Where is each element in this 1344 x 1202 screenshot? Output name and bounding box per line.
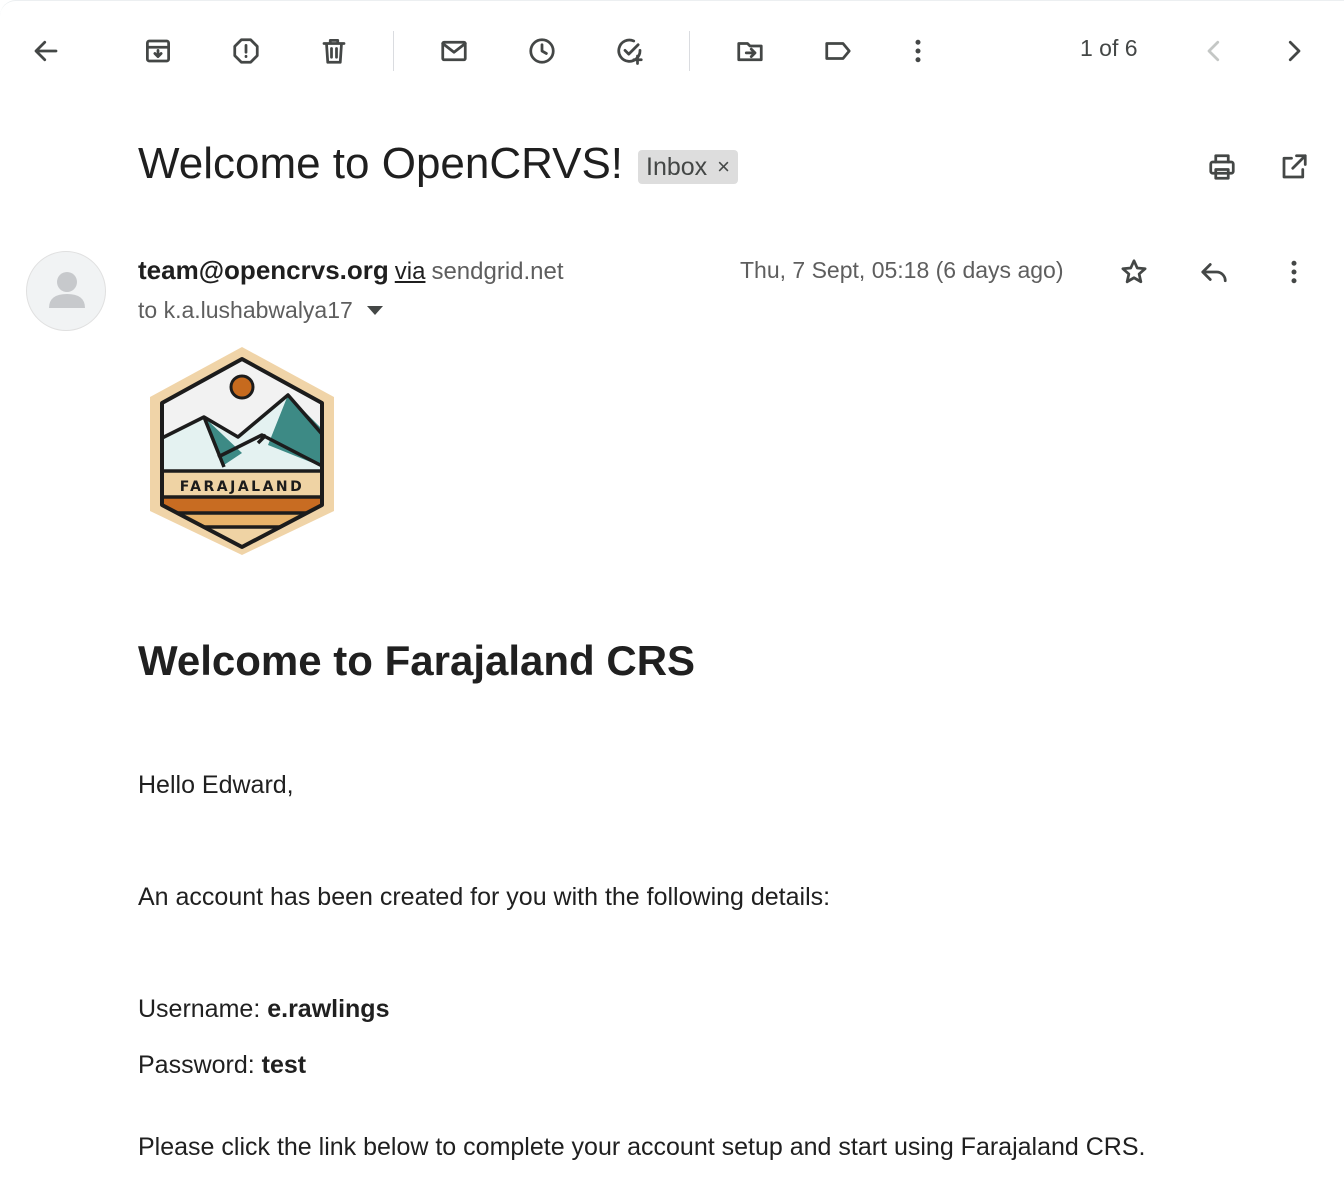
sender-via-link[interactable]: via bbox=[395, 258, 426, 285]
mark-unread-button[interactable] bbox=[430, 27, 478, 75]
move-to-folder-icon bbox=[737, 42, 763, 62]
show-details-icon[interactable] bbox=[366, 306, 383, 315]
print-icon bbox=[1209, 154, 1235, 180]
star-icon bbox=[1121, 259, 1147, 284]
older-button[interactable] bbox=[1270, 27, 1318, 75]
labels-button[interactable] bbox=[814, 27, 862, 75]
username-label: Username: bbox=[138, 995, 261, 1023]
password-label: Password: bbox=[138, 1051, 255, 1079]
chevron-right-icon bbox=[1288, 40, 1301, 62]
snooze-button[interactable] bbox=[518, 27, 566, 75]
arrow-left-icon bbox=[34, 40, 58, 62]
report-spam-icon bbox=[233, 38, 259, 64]
sender-domain: sendgrid.net bbox=[431, 258, 564, 285]
move-to-button[interactable] bbox=[726, 27, 774, 75]
logo-sun bbox=[229, 374, 255, 400]
delete-button[interactable] bbox=[310, 27, 358, 75]
toolbar-divider bbox=[393, 31, 394, 71]
add-task-icon bbox=[617, 38, 643, 65]
recipient-line: to k.a.lushabwalya17 bbox=[138, 297, 383, 324]
star-button[interactable] bbox=[1110, 248, 1158, 296]
newer-button[interactable] bbox=[1190, 27, 1238, 75]
person-icon bbox=[49, 272, 85, 308]
sender-line: team@opencrvs.org via sendgrid.net bbox=[138, 255, 564, 286]
report-spam-button[interactable] bbox=[222, 27, 270, 75]
email-body-heading: Welcome to Farajaland CRS bbox=[138, 637, 696, 684]
pager-count: 1 of 6 bbox=[1080, 35, 1138, 61]
label-chip-text: Inbox bbox=[646, 152, 708, 181]
add-to-tasks-button[interactable] bbox=[606, 27, 654, 75]
farajaland-logo: FARAJALAND bbox=[150, 347, 334, 555]
mail-icon bbox=[441, 40, 467, 62]
toolbar-divider bbox=[689, 31, 690, 71]
email-view: 1 of 6 Welcome to OpenCRVS! Inbox × team… bbox=[0, 0, 1344, 1202]
more-vert-icon bbox=[915, 39, 921, 63]
password-line: Password: test bbox=[138, 1051, 306, 1080]
logo-text: FARAJALAND bbox=[180, 479, 305, 495]
more-options-button[interactable] bbox=[894, 27, 942, 75]
print-all-button[interactable] bbox=[1198, 143, 1246, 191]
back-button[interactable] bbox=[22, 27, 70, 75]
greeting-text: Hello Edward, bbox=[138, 771, 294, 799]
label-icon bbox=[825, 42, 851, 60]
clock-icon bbox=[529, 38, 555, 64]
username-line: Username: e.rawlings bbox=[138, 995, 389, 1024]
archive-button[interactable] bbox=[134, 27, 182, 75]
inbox-label-chip[interactable]: Inbox × bbox=[638, 150, 739, 184]
chevron-left-icon bbox=[1207, 40, 1220, 62]
reply-button[interactable] bbox=[1190, 248, 1238, 296]
sender-email[interactable]: team@opencrvs.org bbox=[138, 255, 389, 285]
intro-text: An account has been created for you with… bbox=[138, 883, 831, 911]
sender-avatar bbox=[26, 251, 106, 331]
archive-icon bbox=[146, 39, 170, 63]
open-new-window-button[interactable] bbox=[1270, 143, 1318, 191]
email-subject: Welcome to OpenCRVS! bbox=[138, 139, 624, 188]
password-value: test bbox=[261, 1051, 307, 1079]
message-more-button[interactable] bbox=[1270, 248, 1318, 296]
trash-icon bbox=[322, 39, 346, 64]
recipient-text: to k.a.lushabwalya17 bbox=[138, 297, 353, 323]
reply-icon bbox=[1201, 263, 1227, 283]
remove-label-button[interactable]: × bbox=[717, 154, 730, 180]
cta-text: Please click the link below to complete … bbox=[138, 1133, 1146, 1161]
username-value: e.rawlings bbox=[267, 995, 390, 1023]
email-date: Thu, 7 Sept, 05:18 (6 days ago) bbox=[740, 257, 1064, 283]
more-vert-icon bbox=[1291, 260, 1297, 284]
open-in-new-icon bbox=[1282, 154, 1307, 179]
